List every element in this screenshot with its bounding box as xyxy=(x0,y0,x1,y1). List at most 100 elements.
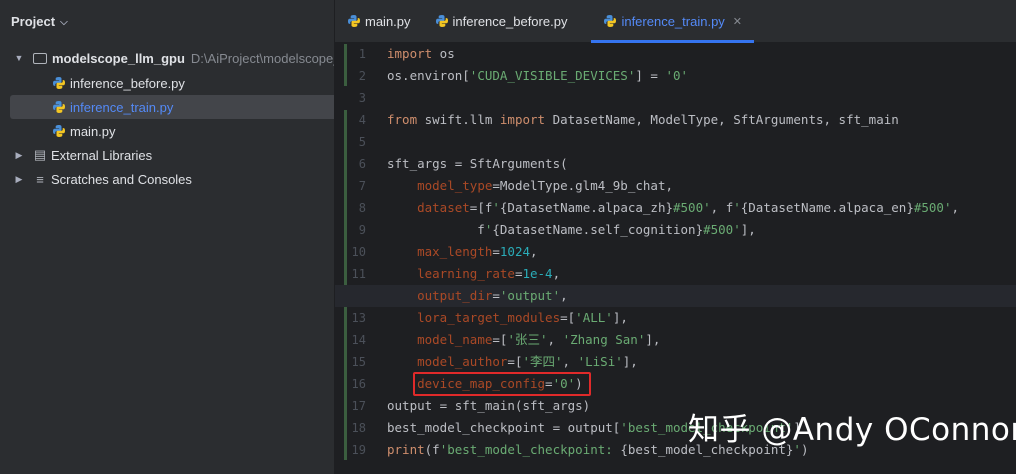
code-token: DatasetName, ModelType, SftArguments, sf… xyxy=(545,112,899,127)
code-line[interactable]: os.environ['CUDA_VISIBLE_DEVICES'] = '0' xyxy=(387,65,688,87)
code-line[interactable]: model_name=['张三', 'Zhang San'], xyxy=(387,329,660,351)
code-line[interactable]: output = sft_main(sft_args) xyxy=(387,395,590,417)
code-token: import xyxy=(499,112,546,127)
tree-item-inference-before[interactable]: inference_before.py xyxy=(0,71,334,95)
code-line[interactable]: output_dir='output', xyxy=(387,285,568,307)
project-header[interactable]: Project ⌵ xyxy=(0,0,334,42)
code-token: #500' xyxy=(673,200,711,215)
code-line[interactable]: learning_rate=1e-4, xyxy=(387,263,560,285)
chevron-right-icon[interactable]: ▶ xyxy=(13,174,25,185)
code-line[interactable]: model_author=['李四', 'LiSi'], xyxy=(387,351,638,373)
chevron-down-icon[interactable]: ▼ xyxy=(13,53,25,63)
chevron-right-icon[interactable]: ▶ xyxy=(13,150,25,161)
code-token: from xyxy=(387,112,418,127)
tab-inference-before[interactable]: inference_before.py xyxy=(423,0,580,42)
tree-item-label: inference_before.py xyxy=(70,75,185,91)
python-file-icon xyxy=(348,15,360,27)
code-line[interactable]: sft_args = SftArguments( xyxy=(387,153,568,175)
code-token: 'Zhang San' xyxy=(562,332,646,347)
tab-main-py[interactable]: main.py xyxy=(335,0,423,42)
line-number: 3 xyxy=(358,91,366,105)
line-number: 8 xyxy=(358,201,366,215)
code-token: ' xyxy=(492,200,500,215)
tree-item-scratches[interactable]: ▶ ≡ Scratches and Consoles xyxy=(0,167,334,191)
code-token: , xyxy=(530,244,538,259)
code-token: model_name xyxy=(417,332,493,347)
line-number: 5 xyxy=(358,135,366,149)
code-token: (f xyxy=(424,442,440,457)
tree-item-label: main.py xyxy=(70,123,116,139)
code-line[interactable]: lora_target_modules=['ALL'], xyxy=(387,307,628,329)
code-token: output_dir xyxy=(417,288,493,303)
tab-label: inference_train.py xyxy=(621,13,725,29)
editor-tabs: main.py inference_before.py inference_tr… xyxy=(335,0,1016,43)
code-token: =[ xyxy=(507,354,523,369)
code-token: swift.llm xyxy=(417,112,500,127)
code-token: lora_target_modules xyxy=(417,310,561,325)
tree-item-main[interactable]: main.py xyxy=(0,119,334,143)
code-token: {DatasetName.alpaca_en} xyxy=(740,200,914,215)
close-icon[interactable]: ✕ xyxy=(733,15,742,28)
line-number: 19 xyxy=(351,443,366,457)
code-token: , xyxy=(562,354,578,369)
code-token: model_type xyxy=(417,178,493,193)
code-token: os xyxy=(432,46,455,61)
tree-item-inference-train[interactable]: inference_train.py xyxy=(10,95,334,119)
line-number: 11 xyxy=(351,267,366,281)
code-token: 'LiSi' xyxy=(577,354,623,369)
code-token: 'best_model_checkpoint: xyxy=(439,442,621,457)
tree-item-label: inference_train.py xyxy=(70,99,174,115)
python-file-icon xyxy=(435,15,448,27)
code-line[interactable]: from swift.llm import DatasetName, Model… xyxy=(387,109,899,131)
code-token: 'output' xyxy=(499,288,561,303)
code-line[interactable]: max_length=1024, xyxy=(387,241,538,263)
code-token: ], xyxy=(740,222,756,237)
folder-icon xyxy=(33,52,47,64)
tab-inference-train[interactable]: inference_train.py ✕ xyxy=(591,0,754,43)
project-path: D:\AiProject\modelscope_ xyxy=(190,50,335,66)
line-number: 14 xyxy=(351,333,366,347)
code-token: 'CUDA_VISIBLE_DEVICES' xyxy=(469,68,636,83)
code-line[interactable]: dataset=[f'{DatasetName.alpaca_zh}#500',… xyxy=(387,197,959,219)
code-token: '张三' xyxy=(507,332,548,347)
code-token: dataset xyxy=(417,200,470,215)
python-file-icon xyxy=(53,101,65,113)
code-token: , xyxy=(560,288,568,303)
line-number: 17 xyxy=(351,399,366,413)
code-token: =[ xyxy=(492,332,508,347)
code-token: #500' xyxy=(913,200,952,215)
code-token: 1024 xyxy=(499,244,531,259)
code-line[interactable]: model_type=ModelType.glm4_9b_chat, xyxy=(387,175,673,197)
code-token: learning_rate xyxy=(417,266,515,281)
code-token: =ModelType.glm4_9b_chat, xyxy=(492,178,673,193)
tree-item-label: modelscope_llm_gpu xyxy=(52,50,185,66)
code-token: f xyxy=(387,222,485,237)
chevron-down-icon[interactable]: ⌵ xyxy=(60,17,68,28)
code-token: {DatasetName.self_cognition} xyxy=(492,222,704,237)
code-token: =[f xyxy=(469,200,493,215)
annotation-highlight-box xyxy=(413,372,591,396)
project-title: Project xyxy=(11,13,56,29)
code-token: os.environ[ xyxy=(387,68,470,83)
code-line[interactable]: import os xyxy=(387,43,455,65)
scratches-icon: ≡ xyxy=(36,171,44,187)
code-token: print xyxy=(387,442,425,457)
line-number: 7 xyxy=(358,179,366,193)
code-token: , xyxy=(547,332,563,347)
line-number: 16 xyxy=(351,377,366,391)
python-file-icon xyxy=(53,77,65,89)
code-token: = xyxy=(492,288,500,303)
line-number: 2 xyxy=(358,69,366,83)
code-token: import xyxy=(387,46,433,61)
code-token: output = sft_main(sft_args) xyxy=(387,398,591,413)
tree-item-external-libraries[interactable]: ▶ ▤ External Libraries xyxy=(0,143,334,167)
code-token: =[ xyxy=(560,310,576,325)
code-line[interactable]: f'{DatasetName.self_cognition}#500'], xyxy=(387,219,756,241)
tree-item-project-root[interactable]: ▼ modelscope_llm_gpu D:\AiProject\models… xyxy=(0,46,335,70)
